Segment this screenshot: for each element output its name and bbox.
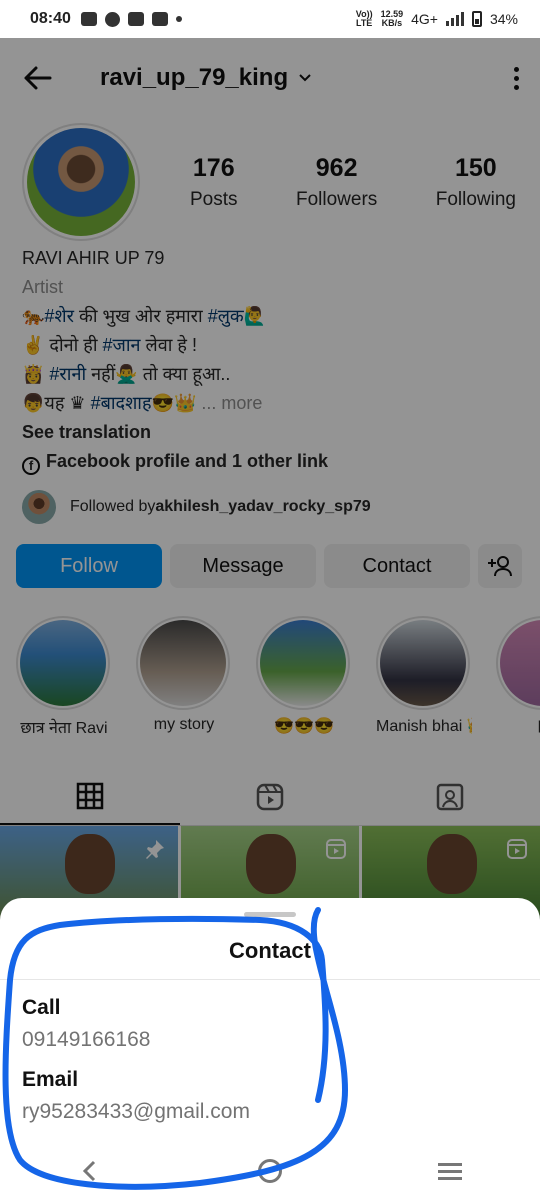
call-label: Call (22, 996, 61, 1019)
sheet-title: Contact (0, 898, 540, 980)
net-speed: 12.59 KB/s (381, 10, 404, 28)
nav-home-icon[interactable] (258, 1159, 282, 1183)
nav-back-icon[interactable] (78, 1159, 102, 1183)
call-value[interactable]: 09149166168 (22, 1028, 518, 1052)
sheet-grabber[interactable] (244, 912, 296, 917)
telegram-icon (80, 12, 97, 26)
signal-icon (445, 12, 464, 26)
status-time: 08:40 (30, 10, 71, 27)
volte-indicator: Vo)) LTE (356, 10, 373, 28)
network-type: 4G+ (411, 11, 438, 27)
notification-dot-icon (175, 16, 182, 22)
battery-percent: 34% (489, 11, 518, 27)
email-label: Email (22, 1068, 79, 1091)
call-field[interactable]: Call 09149166168 (0, 996, 540, 1052)
email-field[interactable]: Email ry95283433@gmail.com (0, 1068, 540, 1124)
volte-bottom: LTE (355, 18, 373, 28)
status-bar: 08:40 Vo)) LTE 12.59 KB/s 4G+ 34% (0, 0, 540, 38)
email-value[interactable]: ry95283433@gmail.com (22, 1100, 518, 1124)
nav-recents-icon[interactable] (438, 1162, 462, 1180)
youtube-icon-2 (151, 12, 168, 26)
net-speed-unit: KB/s (381, 18, 403, 28)
youtube-icon (127, 12, 144, 26)
battery-icon (471, 11, 482, 27)
whatsapp-icon (104, 11, 120, 27)
contact-sheet: Contact Call 09149166168 Email ry9528343… (0, 898, 540, 1200)
system-nav-bar (0, 1142, 540, 1200)
